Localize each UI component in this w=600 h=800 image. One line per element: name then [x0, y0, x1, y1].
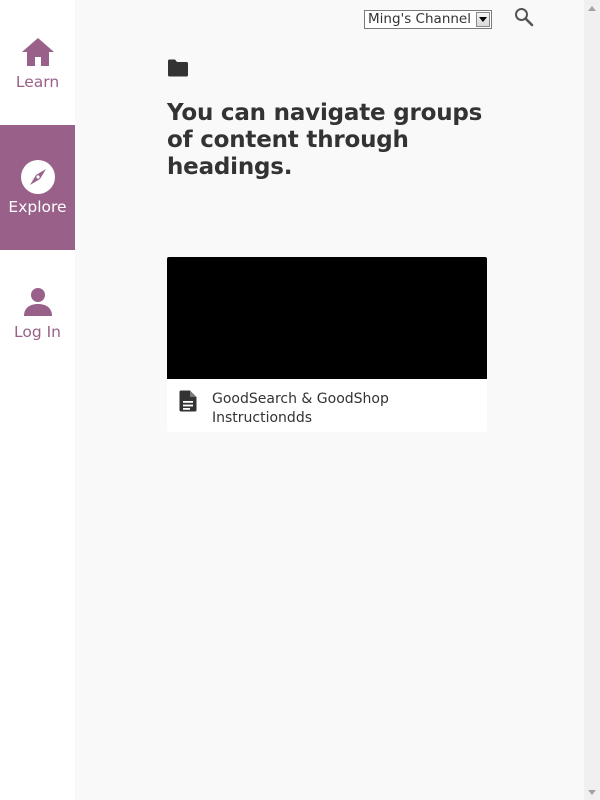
sidebar-item-explore[interactable]: Explore: [0, 125, 75, 250]
search-icon: [514, 7, 534, 31]
page-title: You can navigate groups of content throu…: [167, 100, 483, 180]
card-title: GoodSearch & GoodShop Instructiondds: [212, 391, 389, 426]
search-button[interactable]: [512, 7, 536, 31]
scroll-up-arrow-icon[interactable]: [584, 0, 600, 16]
person-icon: [20, 284, 56, 320]
sidebar-item-label: Learn: [15, 72, 60, 91]
main-content: Ming's Channel You can navigate groups o…: [75, 0, 584, 800]
compass-icon: [20, 159, 56, 195]
document-icon: [179, 390, 199, 412]
home-icon: [20, 34, 56, 70]
sidebar-item-learn[interactable]: Learn: [0, 0, 75, 125]
sidebar-item-login[interactable]: Log In: [0, 250, 75, 375]
sidebar-nav: Learn Explore Log In: [0, 0, 75, 800]
sidebar-item-label: Explore: [8, 197, 67, 216]
app-window: Learn Explore Log In Ming's Channel You …: [0, 0, 600, 800]
content-card[interactable]: GoodSearch & GoodShop Instructiondds: [167, 257, 487, 432]
folder-icon: [167, 59, 191, 81]
channel-select[interactable]: Ming's Channel: [364, 10, 492, 29]
channel-select-value: Ming's Channel: [368, 11, 471, 27]
sidebar-item-label: Log In: [13, 322, 61, 341]
chevron-down-icon: [476, 12, 490, 27]
card-thumbnail: [167, 257, 487, 379]
vertical-scrollbar[interactable]: [584, 0, 600, 800]
scroll-down-arrow-icon[interactable]: [584, 784, 600, 800]
